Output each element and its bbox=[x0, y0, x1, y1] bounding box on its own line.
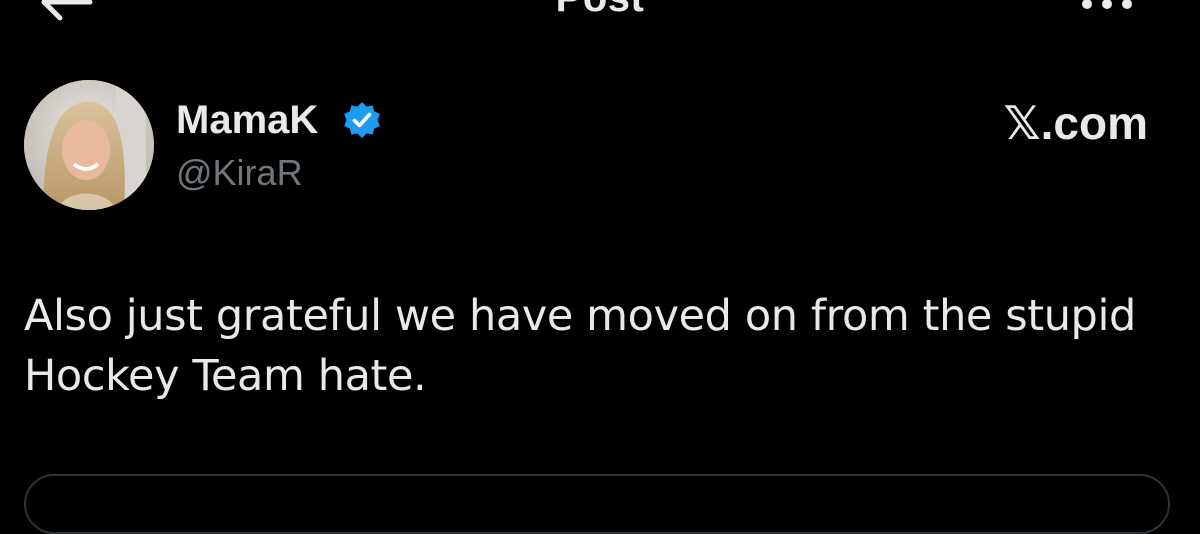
page-title: Post bbox=[0, 0, 1200, 21]
x-com-watermark: 𝕏.com bbox=[1003, 97, 1148, 149]
author-display-name[interactable]: MamaK bbox=[176, 98, 318, 143]
quoted-post-card[interactable] bbox=[24, 474, 1170, 534]
post-text: Also just grateful we have moved on from… bbox=[24, 291, 1136, 401]
top-bar: Post bbox=[0, 0, 1200, 30]
more-button[interactable] bbox=[1082, 0, 1132, 14]
author-handle[interactable]: @KiraR bbox=[176, 152, 303, 194]
avatar[interactable] bbox=[24, 80, 154, 210]
more-horizontal-icon bbox=[1082, 0, 1132, 9]
avatar-photo bbox=[24, 80, 154, 210]
verified-badge-icon bbox=[344, 102, 380, 138]
